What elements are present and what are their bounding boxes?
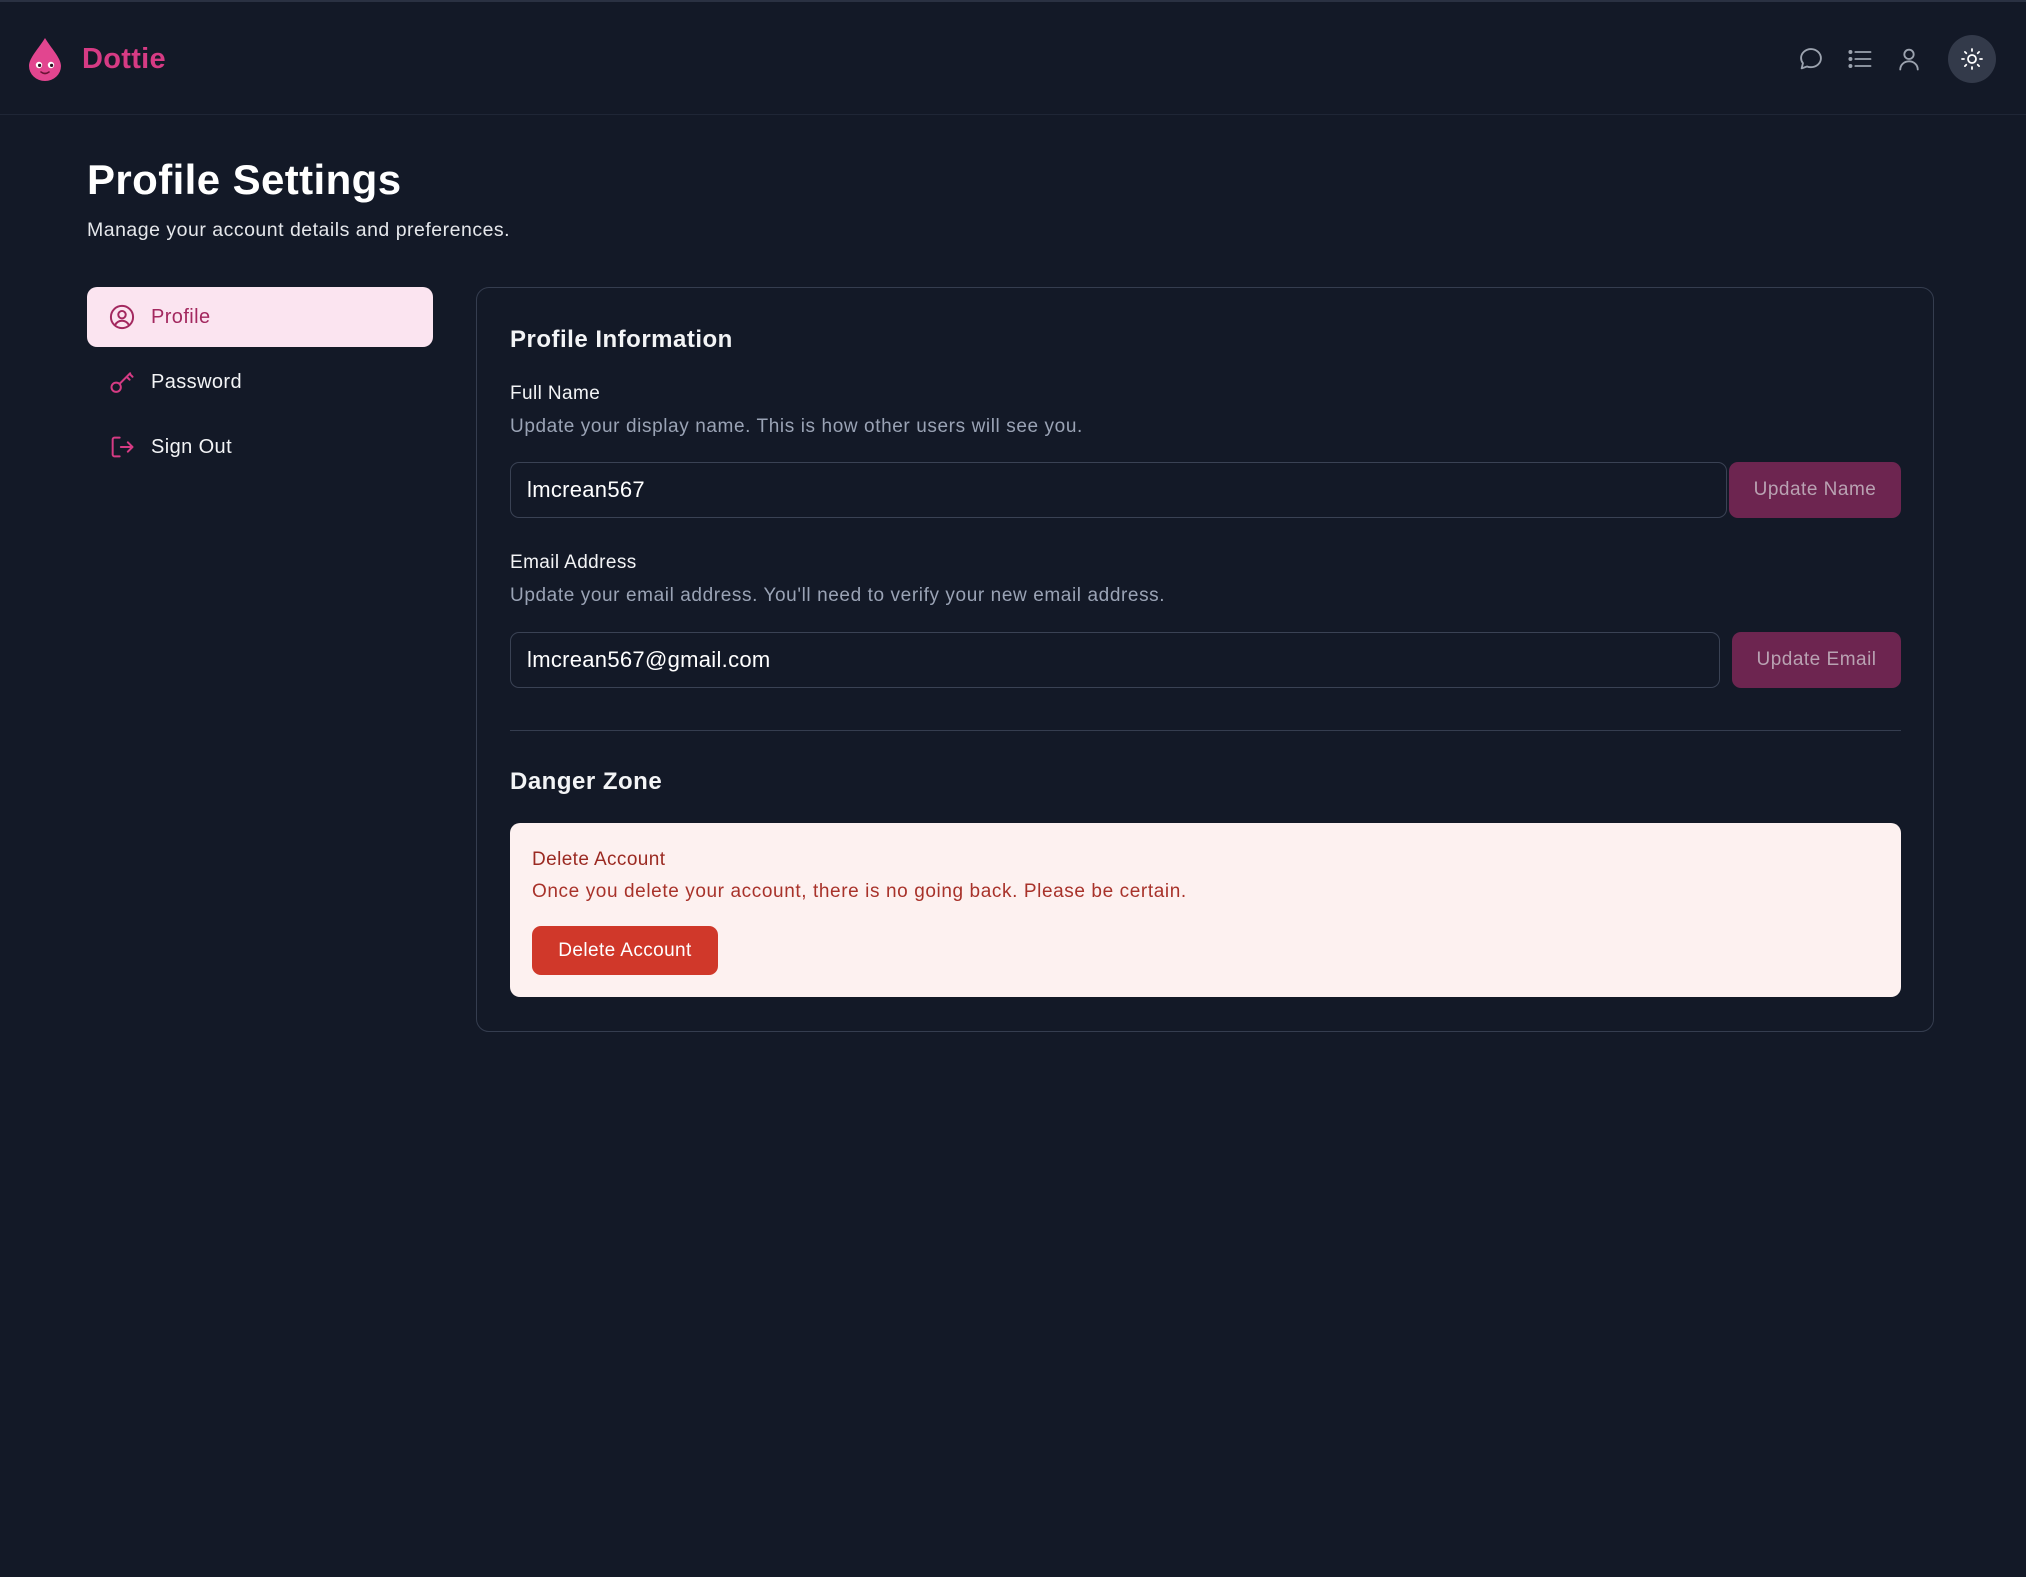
page-title: Profile Settings <box>87 156 402 203</box>
danger-zone-card: Delete Account Once you delete your acco… <box>510 823 1901 997</box>
sidebar-item-label: Profile <box>151 305 211 328</box>
sidebar-item-label: Sign Out <box>151 435 233 458</box>
list-button[interactable] <box>1836 35 1884 83</box>
page-subtitle: Manage your account details and preferen… <box>87 219 511 241</box>
delete-account-title: Delete Account <box>532 849 666 870</box>
email-label: Email Address <box>510 552 637 573</box>
chat-icon <box>1800 48 1822 70</box>
sidebar-item-sign-out[interactable]: Sign Out <box>87 417 433 477</box>
email-input[interactable]: lmcrean567@gmail.com <box>510 632 1720 688</box>
profile-settings-panel: Profile Information Full Name Update you… <box>476 287 1934 1032</box>
full-name-input[interactable]: lmcrean567 <box>510 462 1727 518</box>
section-divider <box>510 730 1901 731</box>
theme-toggle-button[interactable] <box>1948 35 1996 83</box>
brand[interactable]: Dottie <box>26 36 166 82</box>
settings-sidebar: Profile Password Sign Out <box>87 287 433 482</box>
full-name-help: Update your display name. This is how ot… <box>510 416 1083 437</box>
email-help: Update your email address. You'll need t… <box>510 585 1166 606</box>
chat-button[interactable] <box>1787 35 1835 83</box>
full-name-label: Full Name <box>510 383 601 404</box>
update-name-button[interactable]: Update Name <box>1729 462 1901 518</box>
sun-icon <box>1961 48 1983 70</box>
droplet-logo-icon <box>29 38 61 81</box>
sign-out-icon <box>111 436 134 458</box>
profile-info-title: Profile Information <box>510 326 733 353</box>
brand-name: Dottie <box>82 42 166 75</box>
user-circle-icon <box>109 304 135 330</box>
account-button[interactable] <box>1885 35 1933 83</box>
list-icon <box>1848 50 1872 68</box>
top-navbar: Dottie <box>0 0 2026 115</box>
user-icon <box>1899 48 1919 71</box>
update-email-button[interactable]: Update Email <box>1732 632 1901 688</box>
sidebar-item-profile[interactable]: Profile <box>87 287 433 347</box>
sidebar-item-label: Password <box>151 370 243 393</box>
delete-account-warning: Once you delete your account, there is n… <box>532 881 1187 902</box>
danger-zone-title: Danger Zone <box>510 768 663 795</box>
delete-account-button[interactable]: Delete Account <box>532 926 718 975</box>
sidebar-item-password[interactable]: Password <box>87 352 433 412</box>
key-icon <box>110 372 134 393</box>
